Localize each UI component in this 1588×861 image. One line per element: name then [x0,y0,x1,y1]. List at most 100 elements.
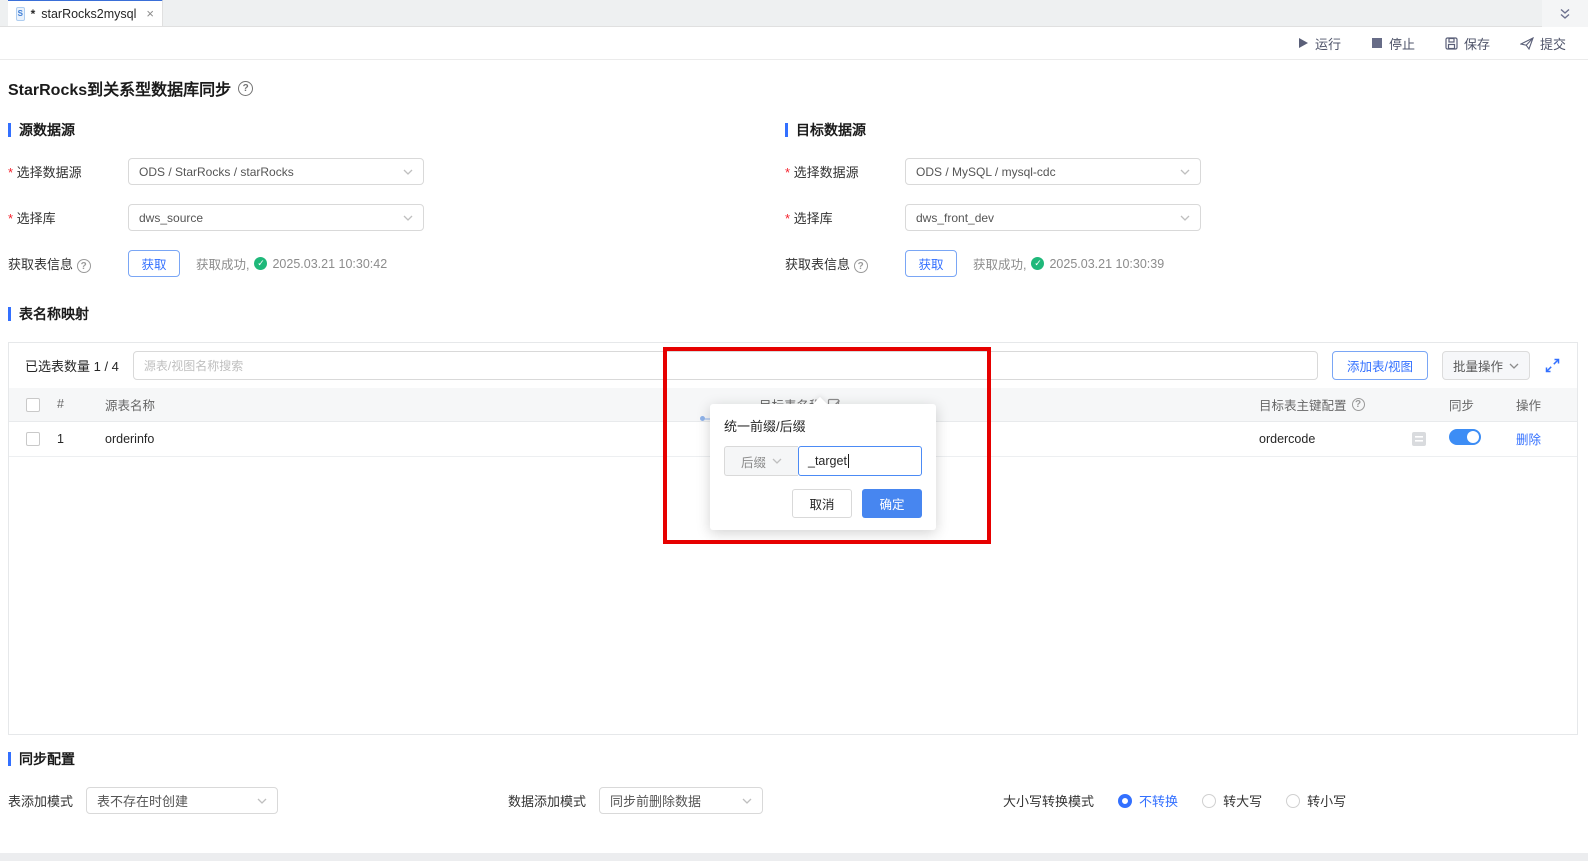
chevron-down-icon [403,169,413,175]
table-search-input[interactable] [133,351,1318,380]
source-datasource-value: ODS / StarRocks / starRocks [139,165,294,179]
delete-link[interactable]: 删除 [1516,433,1541,447]
target-pk-value: ordercode [1259,432,1315,446]
task-type-icon: S [16,7,25,21]
source-datasource-section: 源数据源 选择数据源 ODS / StarRocks / starRocks 选… [8,120,785,296]
chevron-down-icon [772,458,782,464]
data-mode-select[interactable]: 同步前删除数据 [599,787,763,814]
radio-no-convert[interactable]: 不转换 [1118,791,1178,810]
target-db-label: 选择库 [785,208,905,227]
stop-label: 停止 [1389,34,1415,53]
confirm-button[interactable]: 确定 [862,489,922,518]
pk-config-icon[interactable] [1411,431,1427,447]
tab-label: starRocks2mysql [41,7,136,21]
tab-starrocks2mysql[interactable]: S * starRocks2mysql × [8,0,163,26]
page-title: StarRocks到关系型数据库同步 [8,76,231,100]
target-fetch-label: 获取表信息 ? [785,254,905,274]
source-db-label: 选择库 [8,208,128,227]
source-section-title: 源数据源 [19,120,75,140]
sync-config-title: 同步配置 [19,749,75,769]
selected-count: 已选表数量 1 / 4 [25,356,119,375]
play-icon [1297,37,1309,49]
success-check-icon: ✓ [254,257,267,270]
data-mode-value: 同步前删除数据 [610,791,701,810]
source-db-value: dws_source [139,211,203,225]
radio-icon [1202,794,1216,808]
run-button[interactable]: 运行 [1297,34,1341,53]
text-caret [848,454,849,468]
submit-label: 提交 [1540,34,1566,53]
row-checkbox[interactable] [26,432,40,446]
source-datasource-select[interactable]: ODS / StarRocks / starRocks [128,158,424,185]
add-table-button[interactable]: 添加表/视图 [1332,351,1428,380]
source-db-select[interactable]: dws_source [128,204,424,231]
pk-help-icon[interactable]: ? [1352,398,1365,411]
radio-icon [1118,794,1132,808]
target-datasource-value: ODS / MySQL / mysql-cdc [916,165,1056,179]
section-accent-bar [8,307,11,321]
row-index: 1 [57,421,93,456]
footer-strip [0,853,1588,861]
section-accent-bar [785,123,788,137]
stop-icon [1371,37,1383,49]
unsaved-indicator: * [31,7,36,21]
suffix-mode-value: 后缀 [741,452,766,471]
fullscreen-expand-icon[interactable] [1544,357,1561,374]
submit-button[interactable]: 提交 [1520,34,1566,53]
popup-title: 统一前缀/后缀 [724,416,922,435]
page-help-icon[interactable]: ? [238,81,253,96]
source-datasource-label: 选择数据源 [8,162,128,181]
cancel-button[interactable]: 取消 [792,489,852,518]
radio-to-lower[interactable]: 转小写 [1286,791,1346,810]
close-icon[interactable]: × [146,6,154,21]
chevron-down-icon [1180,169,1190,175]
sync-toggle[interactable] [1449,429,1481,445]
fetch-help-icon[interactable]: ? [854,259,868,273]
target-datasource-select[interactable]: ODS / MySQL / mysql-cdc [905,158,1201,185]
batch-actions-button[interactable]: 批量操作 [1442,351,1530,380]
paper-plane-icon [1520,37,1534,50]
stop-button[interactable]: 停止 [1371,34,1415,53]
success-check-icon: ✓ [1031,257,1044,270]
target-fetch-button[interactable]: 获取 [905,250,957,277]
save-button[interactable]: 保存 [1445,34,1490,53]
col-source-table: 源表名称 [93,388,708,421]
save-icon [1445,37,1458,50]
app-root: S * starRocks2mysql × 运行 停止 [0,0,1588,861]
fetch-help-icon[interactable]: ? [77,259,91,273]
col-target-pk: 目标表主键配置 ? [1247,388,1441,421]
chevron-down-icon [257,798,267,804]
target-db-value: dws_front_dev [916,211,994,225]
suffix-mode-select[interactable]: 后缀 [724,446,798,476]
mapping-panel: 已选表数量 1 / 4 添加表/视图 批量操作 [8,342,1578,735]
prefix-suffix-popup: 统一前缀/后缀 后缀 _target 取消 确定 [710,404,936,530]
sync-config-row: 表添加模式 表不存在时创建 数据添加模式 同步前删除数据 大小写转换模式 不转换 [8,787,1578,814]
target-datasource-label: 选择数据源 [785,162,905,181]
mapping-toolbar: 已选表数量 1 / 4 添加表/视图 批量操作 [9,343,1577,388]
target-fetch-time: 2025.03.21 10:30:39 [1049,257,1164,271]
target-db-select[interactable]: dws_front_dev [905,204,1201,231]
suffix-text-input[interactable]: _target [798,446,922,476]
col-sync: 同步 [1441,388,1505,421]
select-all-checkbox[interactable] [26,398,40,412]
source-table-name: orderinfo [93,421,708,456]
radio-to-upper[interactable]: 转大写 [1202,791,1262,810]
chevron-down-icon [1509,363,1519,369]
target-datasource-section: 目标数据源 选择数据源 ODS / MySQL / mysql-cdc 选择库 … [785,120,1578,296]
case-mode-label: 大小写转换模式 [1003,791,1094,810]
source-fetch-time: 2025.03.21 10:30:42 [272,257,387,271]
action-toolbar: 运行 停止 保存 提交 [0,27,1588,60]
target-fetch-status: 获取成功, ✓ 2025.03.21 10:30:39 [973,254,1164,273]
source-fetch-button[interactable]: 获取 [128,250,180,277]
section-accent-bar [8,123,11,137]
tab-collapse-button[interactable] [1542,0,1588,27]
source-fetch-status: 获取成功, ✓ 2025.03.21 10:30:42 [196,254,387,273]
table-mode-select[interactable]: 表不存在时创建 [86,787,278,814]
radio-icon [1286,794,1300,808]
source-fetch-label: 获取表信息 ? [8,254,128,274]
tab-bar: S * starRocks2mysql × [0,0,1588,27]
table-mode-value: 表不存在时创建 [97,791,188,810]
data-mode-label: 数据添加模式 [508,791,586,810]
chevron-down-icon [1180,215,1190,221]
table-mode-label: 表添加模式 [8,791,73,810]
